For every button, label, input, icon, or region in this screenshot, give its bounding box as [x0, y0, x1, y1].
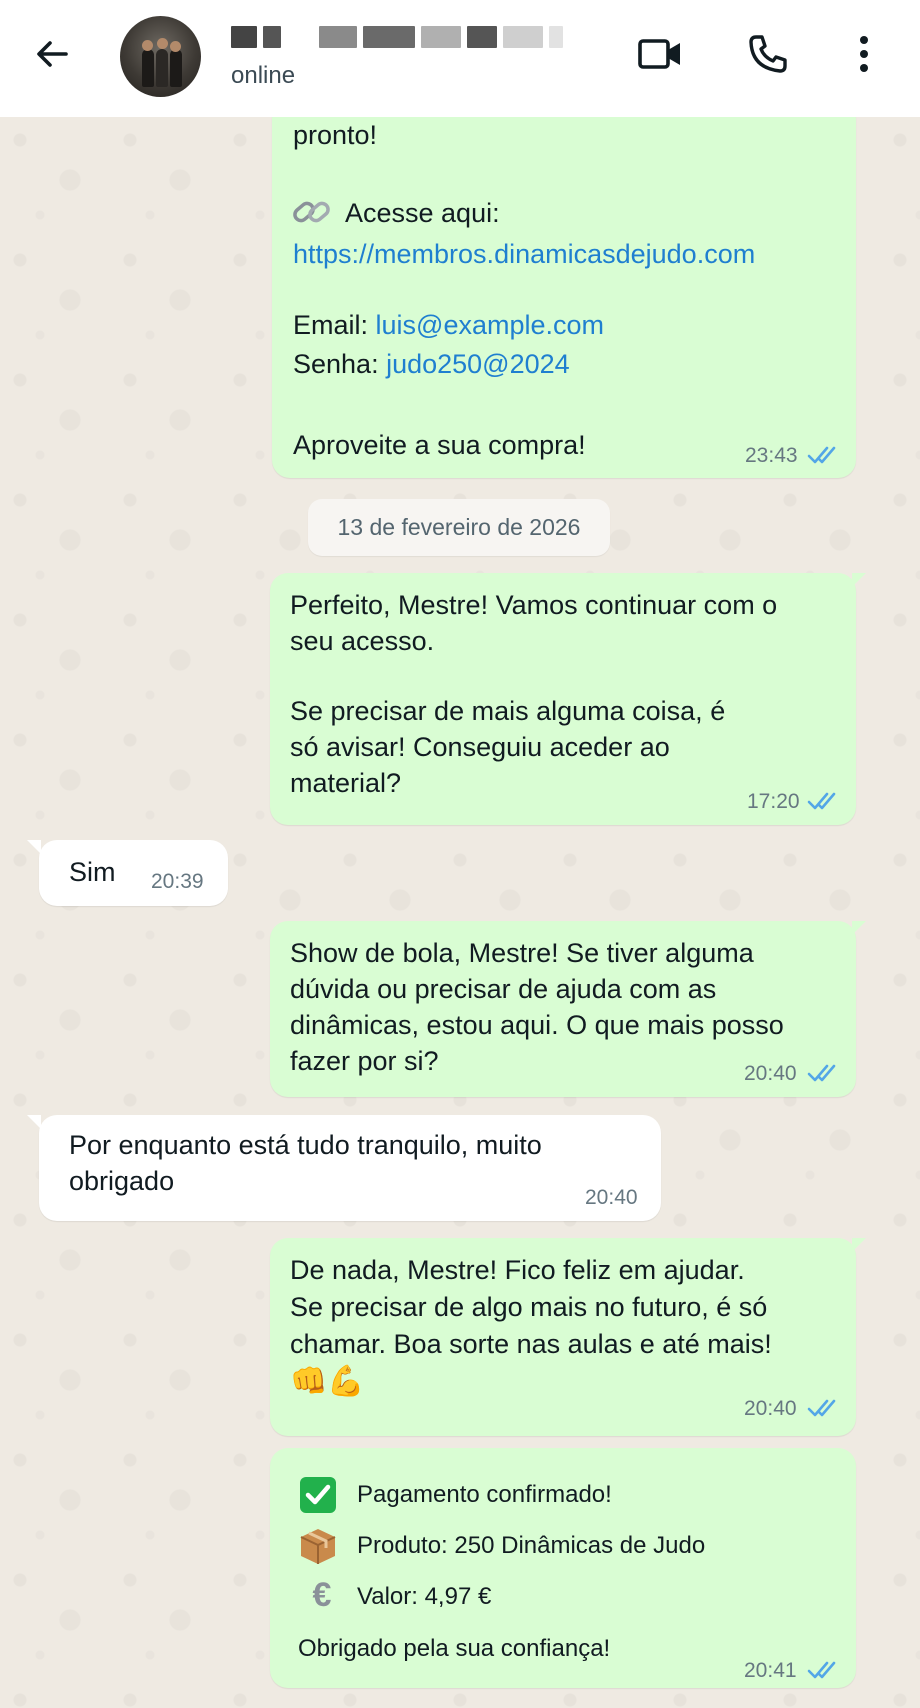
message-text: Se precisar de algo mais no futuro, é só — [290, 1292, 768, 1322]
phone-icon[interactable] — [742, 28, 794, 80]
contact-status: online — [231, 62, 296, 89]
payment-status: Pagamento confirmado! — [357, 1481, 612, 1508]
video-camera-icon[interactable] — [634, 28, 686, 80]
email-line: Email: luis@example.com — [293, 307, 604, 343]
access-url-link[interactable]: https://membros.dinamicasdejudo.com — [293, 236, 755, 272]
message-bubble-incoming[interactable]: Por enquanto está tudo tranquilo, muito … — [39, 1115, 661, 1221]
email-label: Email: — [293, 310, 376, 340]
message-time: 20:39 — [151, 870, 204, 893]
message-text: Se precisar de mais alguma coisa, é — [290, 696, 726, 726]
password-label: Senha: — [293, 349, 387, 379]
read-ticks-icon — [807, 446, 836, 464]
bubble-tail — [852, 1238, 866, 1252]
message-bubble-outgoing[interactable]: Perfeito, Mestre! Vamos continuar com o … — [270, 573, 856, 825]
emoji-fist-muscle: 👊💪 — [290, 1365, 365, 1398]
bubble-tail — [852, 921, 866, 935]
read-ticks-icon — [807, 1661, 836, 1679]
message-text: pronto! — [293, 120, 378, 150]
message-bubble-outgoing[interactable]: Show de bola, Mestre! Se tiver alguma dú… — [270, 921, 856, 1097]
read-ticks-icon — [807, 1064, 836, 1082]
message-text: Obrigado pela sua confiança! — [298, 1635, 611, 1662]
message-text: De nada, Mestre! Fico feliz em ajudar. — [290, 1255, 745, 1285]
message-text: Aproveite a sua compra! — [293, 430, 586, 460]
message-time: 23:43 — [745, 444, 798, 467]
message-bubble-outgoing[interactable]: pronto! Acesse aqui: https://membros.din… — [272, 100, 856, 478]
password-line: Senha: judo250@2024 — [293, 346, 570, 382]
access-label: Acesse aqui: — [345, 198, 500, 228]
read-ticks-icon — [807, 1399, 836, 1417]
password-value[interactable]: judo250@2024 — [386, 349, 570, 379]
message-time: 20:41 — [744, 1659, 797, 1682]
message-time: 17:20 — [747, 790, 800, 813]
link-icon — [291, 192, 333, 232]
message-text: dúvida ou precisar de ajuda com as — [290, 974, 717, 1004]
check-box-icon — [300, 1477, 336, 1513]
euro-icon: € — [312, 1576, 332, 1614]
read-ticks-icon — [807, 792, 836, 810]
contact-name-redacted[interactable] — [231, 24, 563, 50]
message-time: 20:40 — [744, 1397, 797, 1420]
message-bubble-incoming[interactable]: Sim 20:39 — [39, 840, 228, 906]
avatar[interactable] — [120, 16, 201, 97]
date-separator: 13 de fevereiro de 2026 — [308, 499, 610, 556]
message-text: Por enquanto está tudo tranquilo, muito — [69, 1130, 542, 1160]
message-text: obrigado — [69, 1166, 175, 1196]
message-bubble-outgoing[interactable]: De nada, Mestre! Fico feliz em ajudar. S… — [270, 1238, 856, 1436]
message-text: Sim — [69, 857, 116, 887]
message-text: seu acesso. — [290, 626, 435, 656]
bubble-tail — [27, 840, 41, 854]
bubble-tail — [27, 1115, 41, 1129]
package-icon — [300, 1529, 336, 1564]
arrow-left-icon[interactable] — [28, 30, 76, 78]
message-time: 20:40 — [744, 1062, 797, 1085]
message-text: Show de bola, Mestre! Se tiver alguma — [290, 938, 754, 968]
message-text: Perfeito, Mestre! Vamos continuar com o — [290, 590, 778, 620]
message-time: 20:40 — [585, 1186, 638, 1209]
chat-header: online — [0, 0, 920, 117]
message-bubble-outgoing[interactable]: Pagamento confirmado! Produto: 250 Dinâm… — [270, 1448, 856, 1688]
message-text: só avisar! Conseguiu aceder ao — [290, 732, 670, 762]
payment-product: Produto: 250 Dinâmicas de Judo — [357, 1532, 706, 1559]
more-vertical-icon[interactable] — [838, 28, 890, 80]
payment-amount: Valor: 4,97 € — [357, 1583, 492, 1610]
message-text: material? — [290, 768, 402, 798]
message-text: chamar. Boa sorte nas aulas e até mais! — [290, 1329, 772, 1359]
message-text: fazer por si? — [290, 1046, 439, 1076]
bubble-tail — [852, 573, 866, 587]
email-link[interactable]: luis@example.com — [376, 310, 605, 340]
message-text: dinâmicas, estou aqui. O que mais posso — [290, 1010, 784, 1040]
